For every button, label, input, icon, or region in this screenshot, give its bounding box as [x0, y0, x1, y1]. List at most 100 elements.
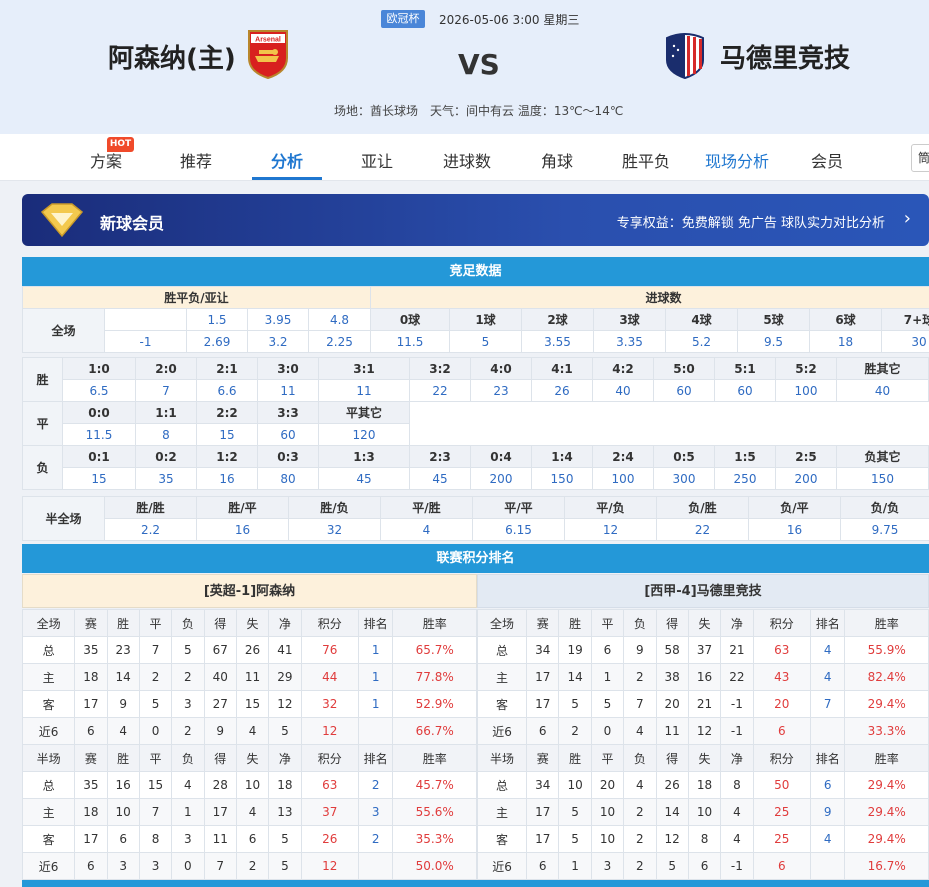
home-league-col-header: 平 — [138, 744, 173, 772]
score-odd[interactable]: 22 — [409, 379, 471, 402]
score-odd[interactable]: 150 — [836, 467, 929, 490]
away-league-cell: -1 — [720, 690, 754, 718]
tab-live-analysis[interactable]: 现场分析 — [705, 148, 769, 172]
empty-cell — [653, 401, 715, 424]
score-label: 0:0 — [62, 401, 136, 424]
home-league-col-header: 得 — [203, 744, 237, 772]
htft-odd[interactable]: 2.2 — [104, 518, 197, 541]
home-league-cell: 40 — [203, 663, 237, 691]
home-league-cell — [357, 852, 394, 880]
tab-member[interactable]: 会员 — [811, 148, 843, 172]
goal-odd[interactable]: 3.35 — [593, 330, 666, 353]
home-league-cell: 63 — [300, 771, 359, 799]
wdl-odd[interactable]: 4.8 — [308, 308, 371, 331]
away-league-cell: 38 — [655, 663, 689, 691]
away-league-cell: 34 — [526, 636, 560, 664]
score-odd[interactable]: 100 — [592, 467, 654, 490]
score-odd[interactable]: 11.5 — [62, 423, 136, 446]
score-odd[interactable]: 80 — [257, 467, 319, 490]
htft-odd[interactable]: 32 — [288, 518, 381, 541]
empty-cell — [531, 401, 593, 424]
away-league-cell: 18 — [687, 771, 722, 799]
htft-odd[interactable]: 12 — [564, 518, 657, 541]
tab-wdl[interactable]: 胜平负 — [622, 148, 670, 172]
goal-odd[interactable]: 5.2 — [665, 330, 738, 353]
away-league-col-header: 负 — [623, 744, 657, 772]
wdl-odd[interactable]: 2.25 — [308, 330, 371, 353]
home-team-name[interactable]: 阿森纳(主) — [108, 38, 236, 75]
score-odd[interactable]: 200 — [775, 467, 837, 490]
away-league-col-header: 胜 — [558, 744, 592, 772]
score-odd[interactable]: 100 — [775, 379, 837, 402]
wdl-odd[interactable]: 3.95 — [247, 308, 309, 331]
score-odd[interactable]: 6.6 — [196, 379, 258, 402]
score-odd[interactable]: 11 — [318, 379, 410, 402]
score-odd[interactable]: 23 — [470, 379, 532, 402]
active-tab-indicator — [252, 177, 322, 180]
goal-odd[interactable]: 18 — [809, 330, 882, 353]
competition-badge[interactable]: 欧冠杯 — [381, 10, 425, 28]
htft-odd[interactable]: 22 — [656, 518, 749, 541]
score-odd[interactable]: 40 — [592, 379, 654, 402]
score-odd[interactable]: 6.5 — [62, 379, 136, 402]
home-league-cell: 3 — [357, 798, 394, 826]
away-league-cell: 21 — [687, 690, 722, 718]
nav-extra-button[interactable]: 筒 — [911, 144, 929, 172]
away-team-name[interactable]: 马德里竞技 — [720, 38, 850, 75]
tab-goals[interactable]: 进球数 — [443, 148, 491, 172]
score-odd[interactable]: 16 — [196, 467, 258, 490]
goal-odd[interactable]: 30 — [880, 330, 929, 353]
goal-odd[interactable]: 11.5 — [370, 330, 450, 353]
away-league-cell: 50 — [752, 771, 811, 799]
score-odd[interactable]: 40 — [836, 379, 929, 402]
htft-odd[interactable]: 9.75 — [840, 518, 929, 541]
away-league-cell: 5 — [655, 852, 689, 880]
wdl-odd[interactable]: 3.2 — [247, 330, 309, 353]
home-league-cell: 28 — [203, 771, 237, 799]
score-odd[interactable]: 7 — [135, 379, 197, 402]
goal-odd[interactable]: 9.5 — [737, 330, 810, 353]
goal-odd[interactable]: 3.55 — [521, 330, 594, 353]
score-odd[interactable]: 35 — [135, 467, 197, 490]
htft-odd[interactable]: 16 — [196, 518, 289, 541]
htft-odd[interactable]: 16 — [748, 518, 841, 541]
score-odd[interactable]: 300 — [653, 467, 715, 490]
score-odd[interactable]: 200 — [470, 467, 532, 490]
wdl-odd[interactable]: 2.69 — [186, 330, 248, 353]
tab-corners[interactable]: 角球 — [541, 148, 573, 172]
score-odd[interactable]: 15 — [62, 467, 136, 490]
score-odd[interactable]: 15 — [196, 423, 258, 446]
home-league-col-header: 得 — [203, 609, 237, 637]
away-league-cell: 1 — [558, 852, 592, 880]
away-league-cell: 25 — [752, 798, 811, 826]
away-league-col-header: 排名 — [809, 609, 846, 637]
match-header: 欧冠杯 2026-05-06 3:00 星期三 阿森纳(主) Arsenal V… — [0, 0, 929, 134]
wdl-odd[interactable] — [104, 308, 187, 331]
tab-recommend[interactable]: 推荐 — [180, 148, 212, 172]
score-odd[interactable]: 60 — [714, 379, 776, 402]
htft-odd[interactable]: 6.15 — [472, 518, 565, 541]
home-league-cell: 52.9% — [392, 690, 477, 718]
htft-head: 平/胜 — [380, 496, 473, 519]
score-odd[interactable]: 120 — [318, 423, 410, 446]
away-league-cell — [809, 852, 846, 880]
away-league-cell: 6 — [590, 636, 625, 664]
tab-analysis[interactable]: 分析 — [271, 148, 303, 172]
score-odd[interactable]: 45 — [318, 467, 410, 490]
htft-odd[interactable]: 4 — [380, 518, 473, 541]
score-odd[interactable]: 8 — [135, 423, 197, 446]
score-odd[interactable]: 11 — [257, 379, 319, 402]
goal-odd[interactable]: 5 — [449, 330, 522, 353]
home-league-cell: 50.0% — [392, 852, 477, 880]
score-odd[interactable]: 45 — [409, 467, 471, 490]
home-league-cell: 10 — [235, 771, 270, 799]
score-odd[interactable]: 60 — [653, 379, 715, 402]
vip-banner[interactable]: 新球会员 专享权益：免费解锁 免广告 球队实力对比分析 › — [22, 194, 929, 246]
score-odd[interactable]: 60 — [257, 423, 319, 446]
score-odd[interactable]: 150 — [531, 467, 593, 490]
score-odd[interactable]: 250 — [714, 467, 776, 490]
score-odd[interactable]: 26 — [531, 379, 593, 402]
tab-asian-handicap[interactable]: 亚让 — [361, 148, 393, 172]
away-league-cell: 2 — [623, 852, 657, 880]
wdl-odd[interactable]: 1.5 — [186, 308, 248, 331]
